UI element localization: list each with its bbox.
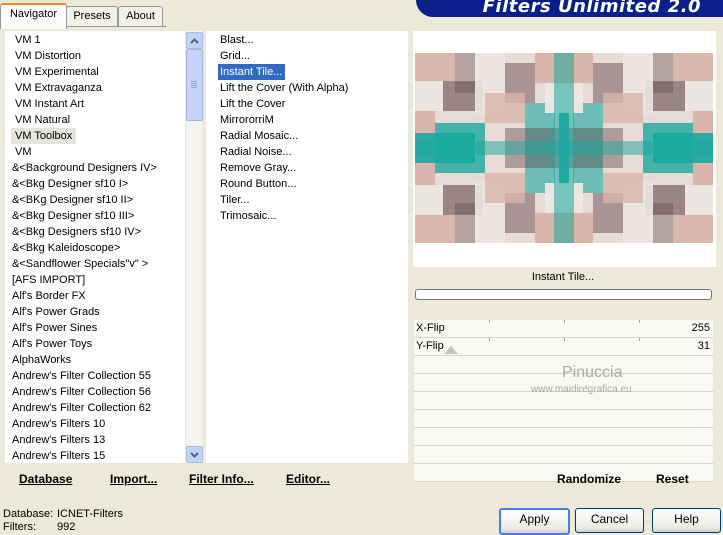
param-row[interactable]: Y-Flip 31 — [414, 338, 713, 356]
slider-thumb-icon[interactable] — [444, 346, 458, 354]
watermark-name: Pinuccia — [562, 364, 623, 381]
database-value: ICNET-Filters — [57, 508, 123, 520]
category-item[interactable]: &<Bkg Designer sf10 III> — [12, 208, 134, 224]
filter-item[interactable]: Round Button... — [220, 176, 296, 192]
category-item[interactable]: VM Extravaganza — [15, 80, 102, 96]
filter-item[interactable]: Radial Mosaic... — [220, 128, 298, 144]
param-value: 31 — [697, 340, 710, 352]
category-item[interactable]: &<Background Designers IV> — [12, 160, 157, 176]
filters-label: Filters: — [3, 521, 36, 533]
scroll-thumb[interactable] — [186, 49, 203, 121]
filter-item[interactable]: Radial Noise... — [220, 144, 292, 160]
category-item[interactable]: VM Toolbox — [11, 128, 77, 144]
tab-navigator[interactable]: Navigator — [0, 3, 67, 29]
randomize-button[interactable]: Randomize — [557, 472, 621, 486]
param-row-empty — [414, 410, 713, 428]
scroll-up-button[interactable] — [186, 32, 203, 49]
chevron-down-icon — [190, 451, 199, 458]
preview-image — [415, 53, 713, 243]
chevron-up-icon — [190, 37, 199, 44]
apply-button[interactable]: Apply — [499, 508, 570, 535]
filter-item[interactable]: Blast... — [220, 32, 254, 48]
filter-info-button[interactable]: Filter Info... — [189, 472, 254, 486]
cancel-button[interactable]: Cancel — [575, 508, 644, 533]
filter-item[interactable]: Grid... — [220, 48, 250, 64]
scroll-down-button[interactable] — [186, 446, 203, 463]
help-button[interactable]: Help — [652, 508, 721, 533]
category-item[interactable]: Alf's Power Sines — [12, 320, 97, 336]
category-item[interactable]: VM 1 — [15, 32, 41, 48]
database-label: Database: — [3, 508, 54, 520]
slider-tick — [564, 338, 565, 341]
param-row-empty — [414, 428, 713, 446]
category-item[interactable]: Andrew's Filters 15 — [12, 448, 105, 463]
database-button[interactable]: Database — [19, 472, 72, 486]
category-item[interactable]: AlphaWorks — [12, 352, 71, 368]
filter-list[interactable]: Blast... Grid... Instant Tile... Lift the C… — [206, 31, 408, 463]
param-row[interactable]: X-Flip 255 — [414, 320, 713, 338]
slider-tick — [564, 320, 565, 323]
import-button[interactable]: Import... — [110, 472, 157, 486]
slider-tick — [639, 338, 640, 341]
category-item[interactable]: Andrew's Filter Collection 56 — [12, 384, 151, 400]
category-item[interactable]: [AFS IMPORT] — [12, 272, 85, 288]
slider-tick — [489, 338, 490, 341]
category-item[interactable]: &<BKg Designer sf10 II> — [12, 192, 133, 208]
tab-presets[interactable]: Presets — [66, 6, 118, 27]
param-label: Y-Flip — [416, 340, 444, 352]
category-item[interactable]: Andrew's Filters 13 — [12, 432, 105, 448]
category-item[interactable]: Alf's Border FX — [12, 288, 86, 304]
category-item[interactable]: &<Sandflower Specials"v" > — [12, 256, 148, 272]
category-item[interactable]: &<Bkg Kaleidoscope> — [12, 240, 120, 256]
param-label: X-Flip — [416, 322, 445, 334]
filter-item[interactable]: Tiler... — [220, 192, 250, 208]
banner: Filters Unlimited 2.0 — [416, 0, 723, 17]
category-item[interactable]: VM Experimental — [15, 64, 99, 80]
slider-tick — [639, 320, 640, 323]
filters-count: 992 — [57, 521, 76, 533]
preview-filter-name: Instant Tile... — [413, 267, 713, 287]
param-row-empty — [414, 446, 713, 464]
banner-title: Filters Unlimited 2.0 — [482, 0, 701, 17]
category-item[interactable]: &<Bkg Designers sf10 IV> — [12, 224, 141, 240]
category-list[interactable]: VM 1 VM Distortion VM Experimental VM Extra… — [5, 31, 185, 463]
filter-item[interactable]: Trimosaic... — [220, 208, 276, 224]
tab-about[interactable]: About — [118, 6, 163, 27]
category-item[interactable]: Andrew's Filter Collection 62 — [12, 400, 151, 416]
filter-item[interactable]: Remove Gray... — [220, 160, 296, 176]
param-value: 255 — [691, 322, 710, 334]
editor-button[interactable]: Editor... — [286, 472, 330, 486]
category-item[interactable]: VM Instant Art — [15, 96, 84, 112]
category-item[interactable]: Alf's Power Grads — [12, 304, 100, 320]
watermark-site: www.maidiregrafica.eu — [531, 384, 632, 395]
slider-tick — [489, 320, 490, 323]
category-item[interactable]: VM — [15, 144, 32, 160]
category-item[interactable]: VM Natural — [15, 112, 70, 128]
filter-item[interactable]: MirrororriM — [220, 112, 274, 128]
category-item[interactable]: &<Bkg Designer sf10 I> — [12, 176, 128, 192]
category-item[interactable]: VM Distortion — [15, 48, 81, 64]
category-item[interactable]: Andrew's Filter Collection 55 — [12, 368, 151, 384]
filter-item[interactable]: Lift the Cover — [220, 96, 285, 112]
reset-button[interactable]: Reset — [656, 472, 689, 486]
filter-item[interactable]: Lift the Cover (With Alpha) — [220, 80, 348, 96]
filter-item[interactable]: Instant Tile... — [218, 64, 286, 80]
category-item[interactable]: Andrew's Filters 10 — [12, 416, 105, 432]
progress-bar — [415, 289, 712, 300]
category-item[interactable]: Alf's Power Toys — [12, 336, 92, 352]
